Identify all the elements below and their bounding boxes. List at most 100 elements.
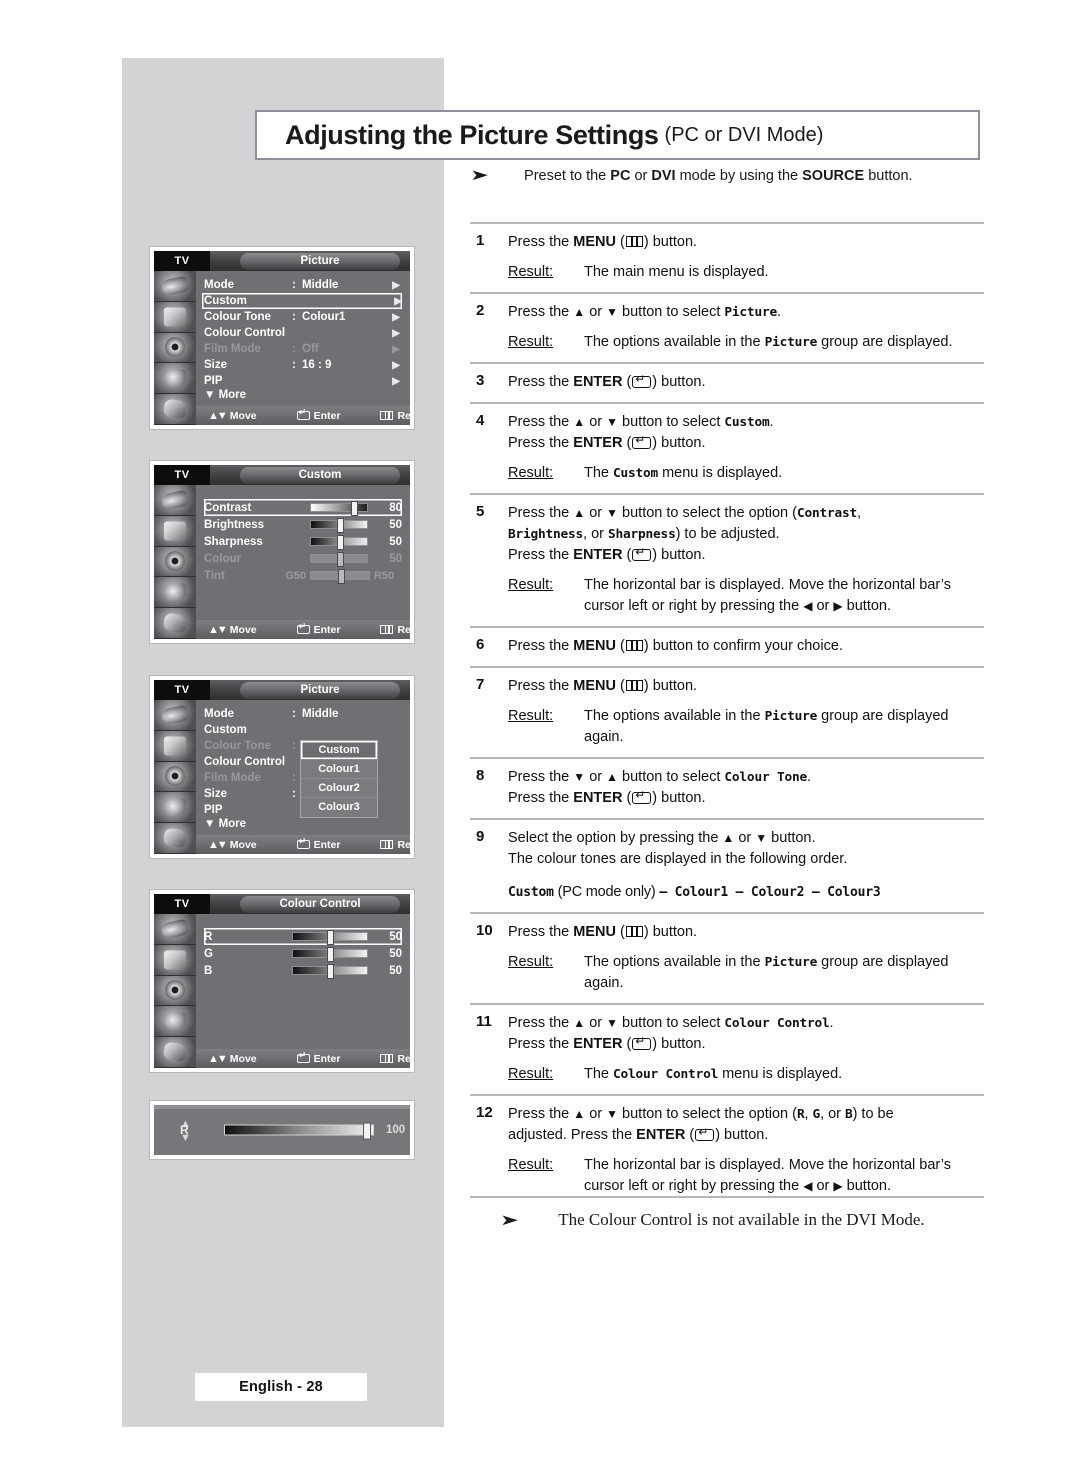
input-plug-icon[interactable]: [154, 914, 196, 945]
bar-track[interactable]: [224, 1122, 374, 1140]
step-text: Press the MENU () button.: [508, 678, 698, 694]
menu-key-icon: [625, 640, 643, 651]
slider-prefix: G50: [285, 569, 306, 582]
result-label: Result:: [508, 577, 554, 593]
item-label: Custom: [204, 295, 247, 307]
updown-arrows-icon: ▲▼: [208, 623, 228, 636]
osd-source-label: TV: [154, 465, 210, 485]
step-number: 9: [476, 828, 485, 845]
updown-arrows-icon: ▲▼: [208, 409, 228, 422]
osd-screen: TV Picture Mode : Middle: [154, 251, 410, 425]
slider-track[interactable]: [310, 518, 368, 533]
slider-track[interactable]: [292, 964, 368, 979]
input-plug-icon[interactable]: [154, 271, 196, 302]
dropdown-option-colour1[interactable]: Colour1: [301, 760, 377, 779]
osd-content: Mode : Middle ▶ Custom ▶ Colour Tone: C…: [196, 271, 410, 425]
slider-knob[interactable]: [327, 947, 335, 962]
result-text: The options available in the Picture gro…: [584, 954, 949, 991]
slider-row-brightness[interactable]: Brightness 50: [204, 516, 402, 533]
slider-row-contrast[interactable]: Contrast 80: [204, 499, 402, 516]
osd-menu-item[interactable]: Custom: [204, 722, 400, 738]
step-body: Press the MENU () button. Result: The ma…: [508, 232, 984, 283]
input-plug-icon[interactable]: [154, 700, 196, 731]
item-label: Colour Tone: [204, 740, 271, 752]
slider-row-g[interactable]: G 50: [204, 945, 402, 962]
osd-move-hint: ▲▼ Move: [208, 624, 257, 636]
menu-key-icon: [380, 840, 394, 849]
dropdown-option-custom[interactable]: Custom: [301, 741, 377, 760]
osd-menu-item[interactable]: PIP ▶: [204, 373, 400, 389]
setup-fan-icon[interactable]: [154, 1006, 196, 1038]
bar-knob[interactable]: [363, 1122, 371, 1140]
enter-key-icon: [296, 837, 310, 849]
osd-menu-item[interactable]: Size : 16 : 9 ▶: [204, 357, 400, 373]
osd-menu-item[interactable]: Mode : Middle: [204, 706, 400, 722]
osd-colour-control-menu: TV Colour Control R 50 G 50 B 50 ▲▼ Move…: [149, 889, 415, 1073]
tv-picture-icon[interactable]: [154, 730, 196, 762]
enter-label: Enter: [313, 1052, 341, 1065]
osd-move-hint: ▲▼ Move: [208, 839, 257, 851]
menu-key-icon: [380, 411, 394, 420]
osd-more-label[interactable]: ▼ More: [204, 818, 410, 830]
input-plug-icon[interactable]: [154, 485, 196, 516]
colour-tone-dropdown[interactable]: Custom Colour1 Colour2 Colour3: [300, 740, 378, 818]
move-label: Move: [229, 623, 257, 636]
slider-row-sharpness[interactable]: Sharpness 50: [204, 533, 402, 550]
setup-fan-icon[interactable]: [154, 577, 196, 609]
slider-knob[interactable]: [336, 535, 344, 550]
theatre-masks-icon[interactable]: [154, 823, 196, 854]
step-text: Press the MENU () button.: [508, 234, 698, 250]
bar-value: 100: [386, 1124, 406, 1136]
osd-menu-item-custom[interactable]: Custom ▶: [202, 293, 402, 309]
slider-knob[interactable]: [327, 964, 335, 979]
theatre-masks-icon[interactable]: [154, 608, 196, 639]
step-body: Select the option by pressing the ▲ or ▼…: [508, 828, 984, 903]
step-text: Press the ▲ or ▼ button to select the op…: [508, 505, 862, 521]
osd-menu-item[interactable]: Colour Control ▶: [204, 325, 400, 341]
step-row: 7 Press the MENU () button. Result: The …: [470, 668, 984, 757]
speaker-sound-icon[interactable]: [154, 761, 196, 793]
slider-row-b[interactable]: B 50: [204, 962, 402, 979]
down-arrow-icon[interactable]: ▼: [180, 1132, 191, 1144]
slider-knob[interactable]: [327, 930, 335, 945]
step-number: 4: [476, 412, 485, 429]
slider-row-r[interactable]: R 50: [204, 928, 402, 945]
setup-fan-icon[interactable]: [154, 792, 196, 824]
osd-footer: ▲▼Move Enter Return: [196, 406, 410, 425]
item-label: Colour Control: [204, 327, 286, 339]
slider-track[interactable]: [292, 930, 368, 945]
slider-value: 50: [389, 552, 402, 565]
theatre-masks-icon[interactable]: [154, 1037, 196, 1068]
speaker-sound-icon[interactable]: [154, 975, 196, 1007]
slider-knob[interactable]: [351, 501, 359, 516]
return-label: Return: [397, 409, 410, 422]
theatre-masks-icon[interactable]: [154, 394, 196, 425]
tv-picture-icon[interactable]: [154, 944, 196, 976]
slider-label: R: [204, 930, 213, 943]
dropdown-option-colour2[interactable]: Colour2: [301, 779, 377, 798]
enter-key-icon: [695, 1126, 715, 1141]
chevron-right-icon: ▶: [392, 279, 400, 291]
slider-knob[interactable]: [336, 518, 344, 533]
osd-tab-title: Picture: [240, 682, 400, 699]
dropdown-option-colour3[interactable]: Colour3: [301, 798, 377, 817]
bullet-arrow-icon: ➤: [500, 1213, 519, 1229]
enter-label: Enter: [313, 838, 341, 851]
osd-body: Mode : Middle Custom Colour Tone : Colou…: [154, 700, 410, 854]
speaker-sound-icon[interactable]: [154, 546, 196, 578]
slider-value: 80: [389, 501, 402, 514]
step-row: 4 Press the ▲ or ▼ button to select Cust…: [470, 404, 984, 493]
tv-picture-icon[interactable]: [154, 515, 196, 547]
slider-track[interactable]: [310, 501, 368, 516]
setup-fan-icon[interactable]: [154, 363, 196, 395]
osd-menu-item[interactable]: Mode : Middle ▶: [204, 277, 400, 293]
osd-more-label[interactable]: ▼ More: [204, 389, 410, 401]
result-row: Result: The options available in the Pic…: [508, 952, 984, 994]
tv-picture-icon[interactable]: [154, 301, 196, 333]
speaker-sound-icon[interactable]: [154, 332, 196, 364]
slider-track[interactable]: [310, 535, 368, 550]
osd-menu-item[interactable]: Colour Tone : Colour1 ▶: [204, 309, 400, 325]
manual-page: Adjusting the Picture Settings (PC or DV…: [0, 0, 1080, 1482]
slider-track[interactable]: [292, 947, 368, 962]
bullet-arrow-icon: ➤: [470, 167, 489, 184]
